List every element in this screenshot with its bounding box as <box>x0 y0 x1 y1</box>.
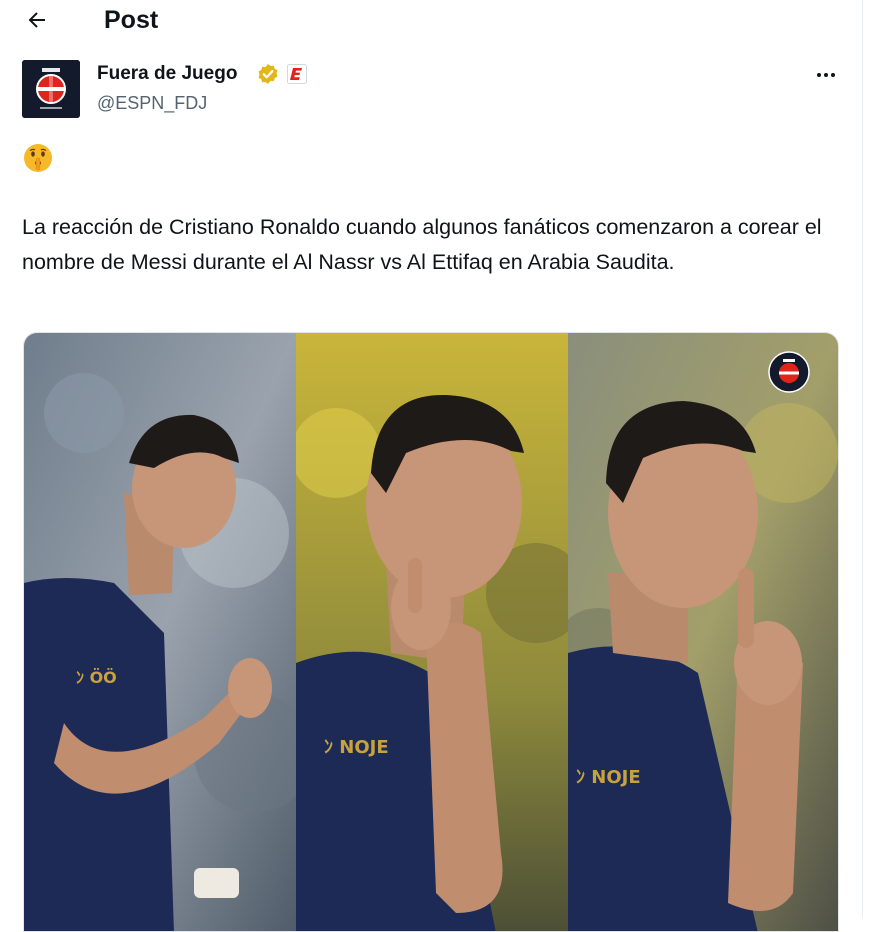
back-button[interactable] <box>20 3 54 37</box>
svg-text:ﾝ ÖÖ: ﾝ ÖÖ <box>76 668 117 687</box>
dot-icon <box>824 73 828 77</box>
avatar[interactable] <box>22 60 80 118</box>
arrow-left-icon <box>28 12 45 28</box>
media-panel-hand-to-ear: ﾝ NOJE <box>296 333 568 931</box>
author-name[interactable]: Fuera de Juego <box>97 62 237 86</box>
more-options-button[interactable] <box>808 62 844 88</box>
espn-fdj-logo-icon <box>22 60 80 118</box>
page-title: Post <box>104 6 159 34</box>
dot-icon <box>831 73 835 77</box>
shushing-face-emoji-icon <box>24 144 52 172</box>
verified-badge-icon[interactable] <box>257 63 279 85</box>
column-divider <box>862 0 863 918</box>
post-text: La reacción de Cristiano Ronaldo cuando … <box>22 215 822 274</box>
espn-e-badge-icon[interactable] <box>287 64 307 84</box>
espn-fdj-watermark-icon <box>768 351 810 393</box>
post-media[interactable]: ﾝ ÖÖ ﾝ NOJE ﾝ NOJE <box>23 332 839 932</box>
svg-text:ﾝ NOJE: ﾝ NOJE <box>324 737 389 758</box>
ronaldo-photo-2: ﾝ NOJE <box>296 333 568 931</box>
media-panel-shush: ﾝ NOJE <box>568 333 838 931</box>
page-header: Post <box>0 0 862 42</box>
media-panel-calm-gesture: ﾝ ÖÖ <box>24 333 296 931</box>
author-handle[interactable]: @ESPN_FDJ <box>97 92 207 114</box>
dot-icon <box>817 73 821 77</box>
ronaldo-photo-3: ﾝ NOJE <box>568 333 838 931</box>
svg-text:ﾝ NOJE: ﾝ NOJE <box>576 767 641 788</box>
ronaldo-photo-1: ﾝ ÖÖ <box>24 333 296 931</box>
